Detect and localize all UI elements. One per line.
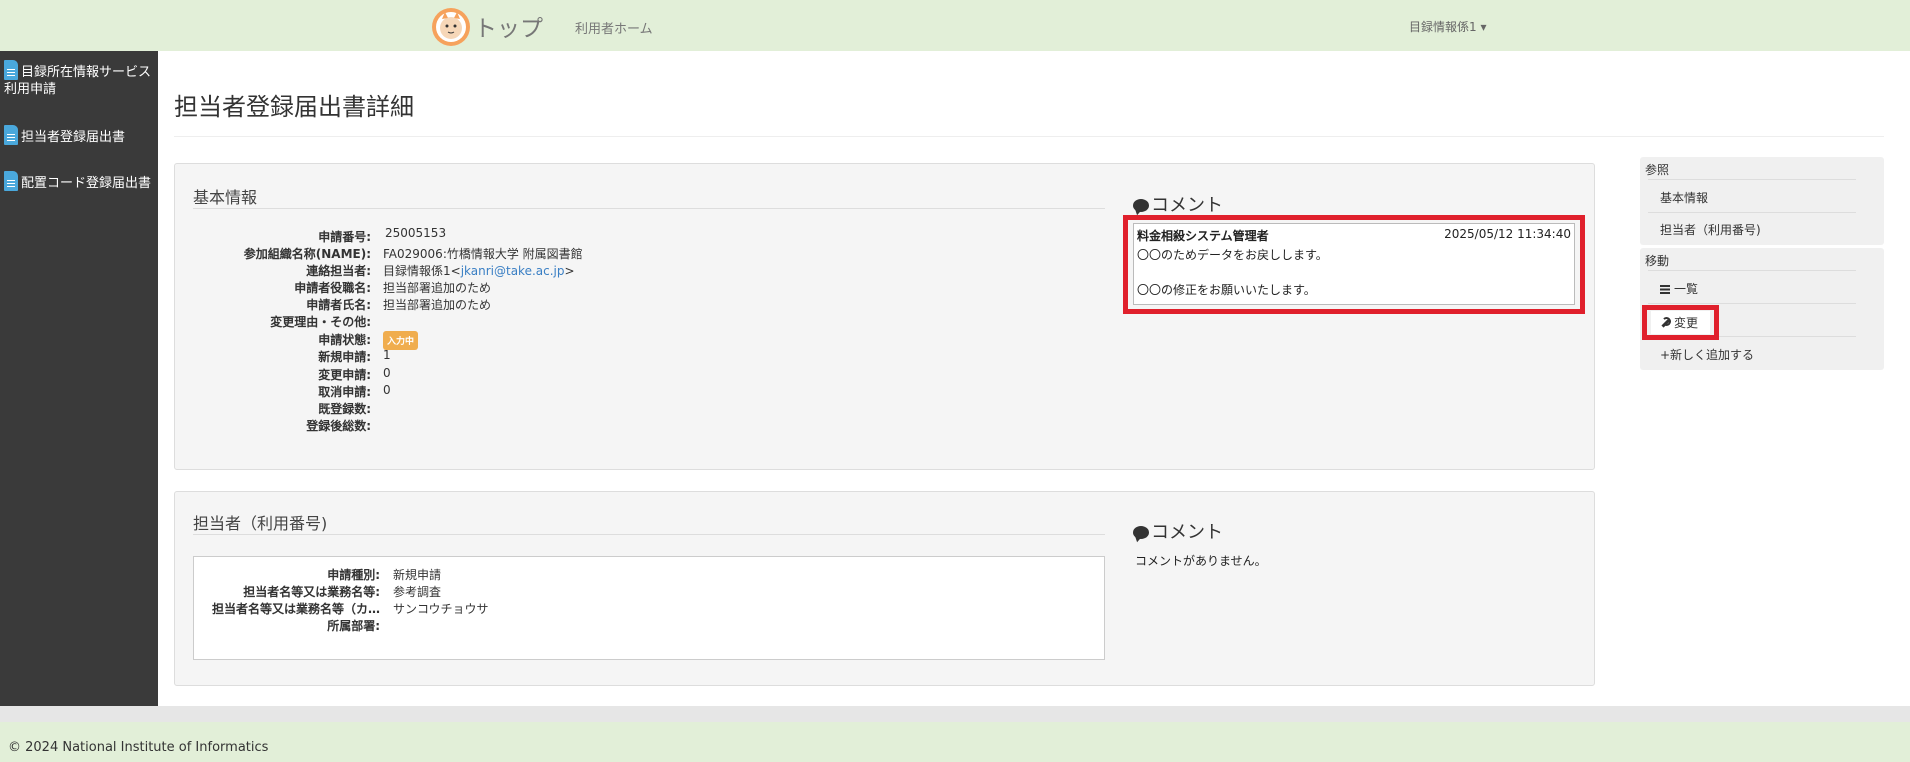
page-title: 担当者登録届出書詳細: [174, 93, 414, 121]
application-type: 新規申請: [393, 568, 442, 582]
staff-heading: 担当者（利用番号): [193, 514, 328, 533]
cancel-applications-count: 0: [383, 383, 391, 397]
title-divider: [174, 136, 1884, 137]
comment-timestamp: 2025/05/12 11:34:40: [1444, 227, 1571, 241]
sidebar-item-staff-registration[interactable]: 担当者登録届出書: [4, 125, 154, 146]
footer-separator: [0, 706, 1910, 722]
field-label: 申請番号:: [318, 230, 371, 244]
organization-name: FA029006:竹橋情報大学 附属図書館: [383, 247, 583, 261]
field-label: 申請者役職名:: [294, 281, 371, 295]
sidebar: 目録所在情報サービス利用申請 担当者登録届出書 配置コード登録届出書: [0, 51, 158, 706]
field-label: 申請者氏名:: [306, 298, 371, 312]
sidebar-item-label: 担当者登録届出書: [21, 130, 126, 145]
document-icon: [4, 125, 18, 145]
sidebar-item-catalog-service[interactable]: 目録所在情報サービス利用申請: [4, 60, 154, 98]
applicant-name: 担当部署追加のため: [383, 298, 492, 312]
field-label: 変更理由・その他:: [270, 315, 371, 329]
sidebar-item-location-code-registration[interactable]: 配置コード登録届出書: [4, 171, 154, 192]
user-home-link[interactable]: 利用者ホーム: [575, 18, 653, 37]
field-label: 担当者名等又は業務名等:: [243, 585, 380, 599]
field-label: 既登録数:: [318, 402, 371, 416]
nav-link-basic-info[interactable]: 基本情報: [1660, 189, 1708, 206]
basic-info-heading: 基本情報: [193, 188, 258, 207]
applicant-position: 担当部署追加のため: [383, 281, 492, 295]
staff-panel: 担当者（利用番号) 申請種別: 新規申請 担当者名等又は業務名等: 参考調査 担…: [174, 491, 1595, 686]
comment-heading: コメント: [1133, 518, 1223, 544]
wrench-icon: [1660, 317, 1671, 328]
field-label: 変更申請:: [318, 368, 371, 382]
move-heading: 移動: [1645, 254, 1670, 268]
field-label: 担当者名等又は業務名等（カ…: [211, 602, 380, 616]
nav-divider: [1648, 179, 1856, 180]
edit-button[interactable]: 変更: [1651, 311, 1710, 334]
new-applications-count: 1: [383, 348, 391, 362]
staff-name: 参考調査: [393, 585, 442, 599]
reference-heading: 参照: [1645, 163, 1670, 177]
section-divider: [193, 208, 1105, 209]
nav-link-staff[interactable]: 担当者（利用番号): [1660, 221, 1761, 238]
comment-heading: コメント: [1133, 191, 1223, 217]
field-label: 申請状態:: [318, 333, 371, 347]
field-label: 取消申請:: [318, 385, 371, 399]
staff-detail-box: 申請種別: 新規申請 担当者名等又は業務名等: 参考調査 担当者名等又は業務名等…: [193, 556, 1105, 660]
comment-line: 〇〇の修正をお願いいたします。: [1137, 283, 1316, 297]
copyright-text: © 2024 National Institute of Informatics: [8, 740, 269, 755]
change-applications-count: 0: [383, 366, 391, 380]
contact-person: 目録情報係1<jkanri@take.ac.jp>: [383, 264, 575, 278]
field-label: 申請種別:: [327, 568, 380, 582]
cat-logo-icon[interactable]: [430, 6, 472, 48]
field-label: 連絡担当者:: [306, 264, 371, 278]
sidebar-item-label: 配置コード登録届出書: [21, 176, 152, 191]
nav-divider: [1648, 270, 1856, 271]
application-number: 25005153: [385, 226, 447, 240]
contact-email-link[interactable]: jkanri@take.ac.jp: [461, 264, 565, 278]
comment-icon: [1133, 199, 1149, 212]
staff-name-kana: サンコウチョウサ: [393, 602, 489, 616]
document-icon: [4, 171, 18, 191]
user-menu-dropdown[interactable]: 目録情報係1 ▾: [1409, 18, 1486, 35]
no-comments-text: コメントがありません。: [1135, 554, 1267, 568]
sidebar-item-label: 目録所在情報サービス利用申請: [4, 65, 152, 97]
footer: © 2024 National Institute of Informatics: [0, 722, 1910, 762]
reference-nav-panel: 参照 基本情報 担当者（利用番号): [1640, 157, 1884, 245]
field-label: 新規申請:: [318, 350, 371, 364]
nav-divider: [1648, 303, 1856, 304]
field-label: 参加組織名称(NAME):: [243, 247, 371, 261]
brand-title[interactable]: トップ: [474, 9, 543, 43]
comment-author: 料金相殺システム管理者: [1137, 229, 1269, 243]
comment-icon: [1133, 526, 1149, 539]
field-label: 登録後総数:: [306, 419, 371, 433]
nav-divider: [1648, 212, 1856, 213]
field-label: 所属部署:: [327, 619, 380, 633]
section-divider: [193, 534, 1105, 535]
document-icon: [4, 60, 18, 80]
basic-info-panel: 基本情報 申請番号: 25005153 参加組織名称(NAME): FA0290…: [174, 163, 1595, 470]
list-link[interactable]: 一覧: [1660, 280, 1698, 297]
comment-card: 料金相殺システム管理者 2025/05/12 11:34:40 〇〇のためデータ…: [1133, 223, 1575, 305]
add-new-link[interactable]: +新しく追加する: [1660, 346, 1754, 363]
comment-line: 〇〇のためデータをお戻しします。: [1137, 248, 1328, 262]
top-navbar: トップ 利用者ホーム 目録情報係1 ▾: [0, 0, 1910, 51]
list-icon: [1660, 285, 1670, 294]
